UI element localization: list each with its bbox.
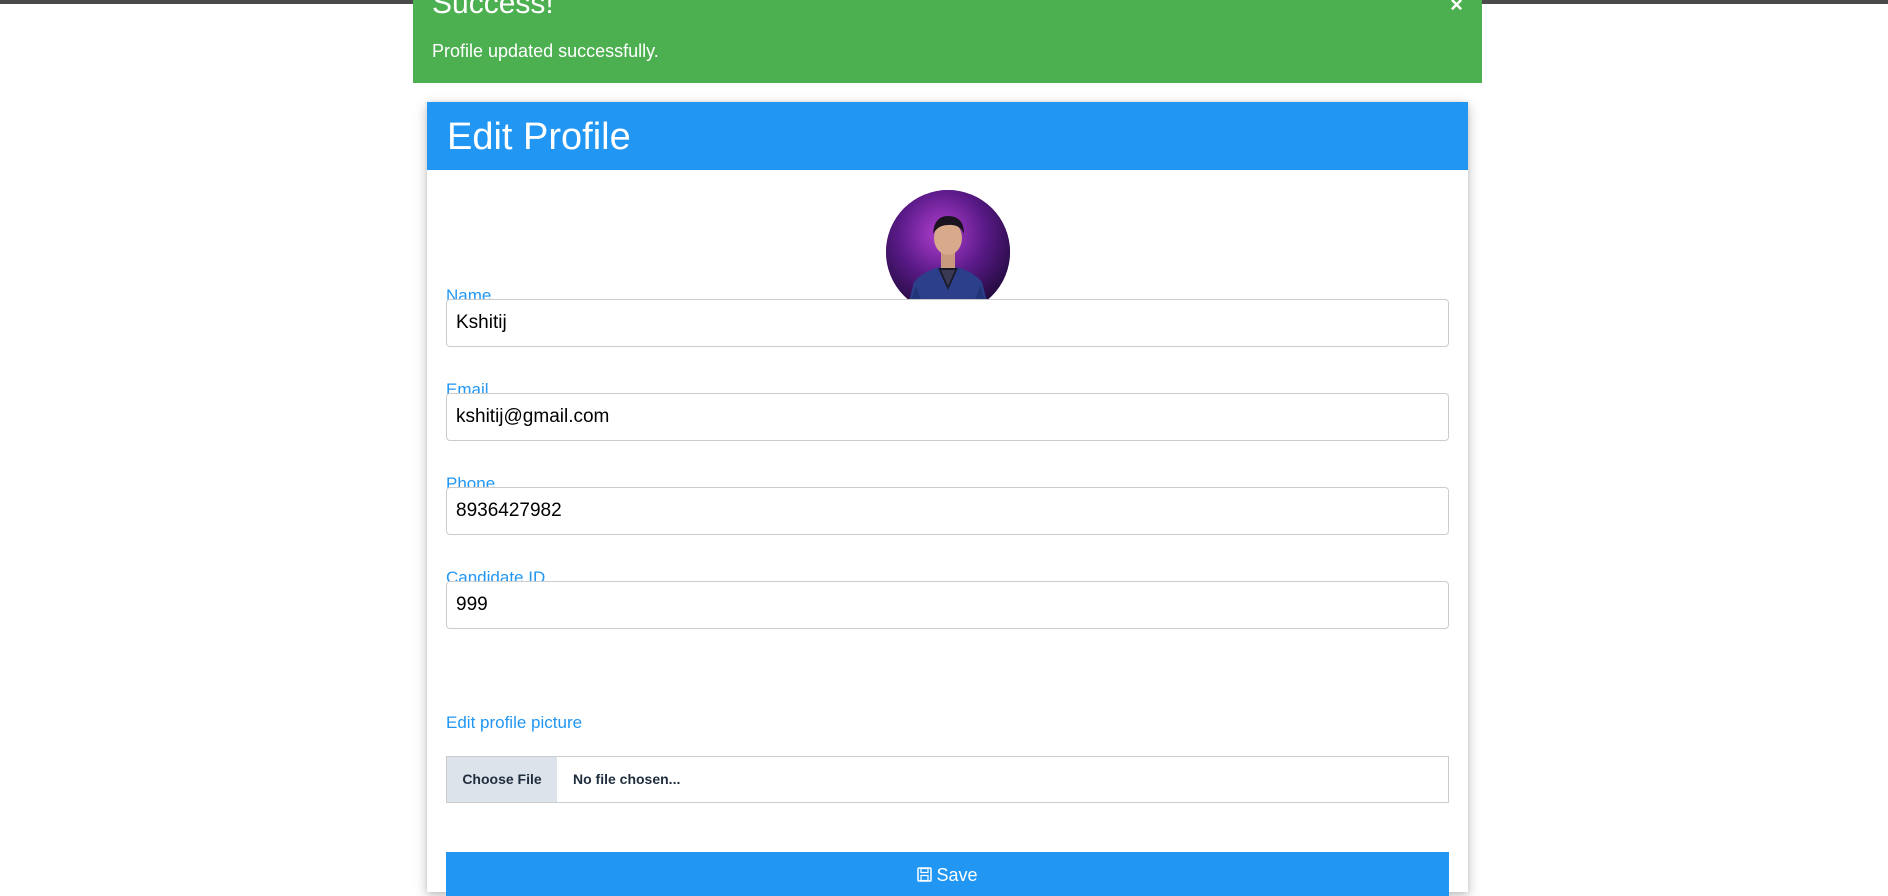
alert-message: Profile updated successfully.: [432, 41, 659, 61]
edit-profile-card: Edit Profile Name Email Phone C: [427, 102, 1468, 896]
choose-file-button[interactable]: Choose File: [447, 757, 557, 802]
alert-close-button[interactable]: ×: [1450, 0, 1463, 16]
avatar: [886, 190, 1010, 314]
name-field[interactable]: [446, 299, 1449, 347]
avatar-portrait-image: [886, 190, 1010, 314]
page-title: Edit Profile: [447, 116, 631, 158]
success-alert: Success! × Profile updated successfully.: [413, 0, 1482, 83]
file-status-text: No file chosen...: [573, 771, 681, 787]
phone-field[interactable]: [446, 487, 1449, 535]
profile-picture-label: Edit profile picture: [446, 713, 583, 732]
save-button-label: Save: [936, 865, 978, 885]
file-input[interactable]: Choose File No file chosen...: [446, 756, 1449, 803]
alert-title: Success!: [432, 0, 554, 20]
floppy-disk-icon: [917, 865, 933, 887]
email-field[interactable]: [446, 393, 1449, 441]
card-header: Edit Profile: [427, 102, 1468, 170]
save-button-content: Save: [446, 864, 1449, 887]
save-button[interactable]: Save: [446, 852, 1449, 896]
candidate-id-field[interactable]: [446, 581, 1449, 629]
